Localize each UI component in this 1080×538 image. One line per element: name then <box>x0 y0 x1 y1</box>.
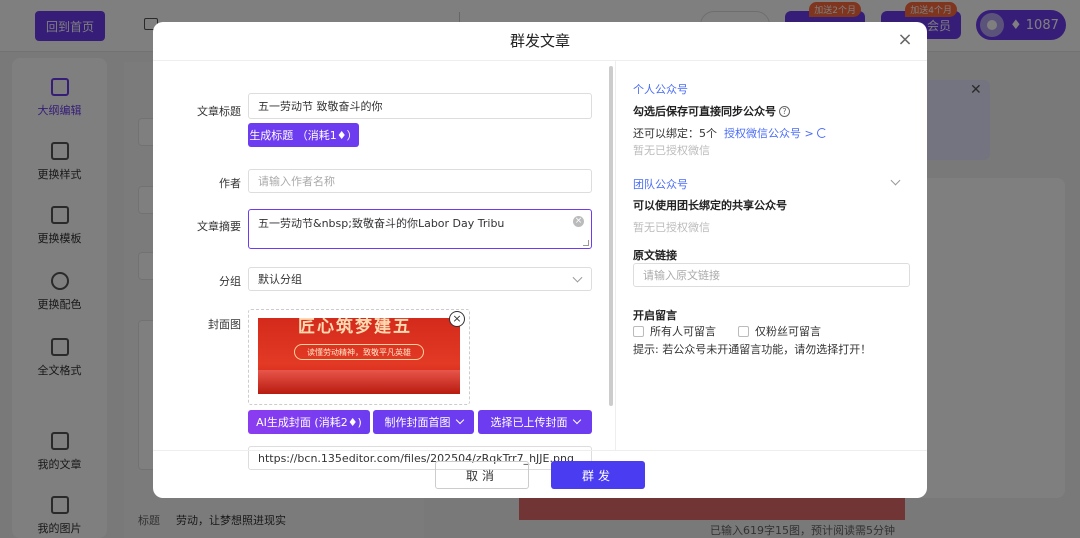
team-account-desc: 可以使用团长绑定的共享公众号 <box>633 199 787 212</box>
group-label: 分组 <box>219 275 241 288</box>
make-cover-label: 制作封面首图 <box>384 416 451 429</box>
cover-image: 匠心筑梦建五 读懂劳动精神，致敬平凡英雄 <box>258 318 460 394</box>
dialog-body: 文章标题 五一劳动节 致敬奋斗的你 生成标题 （消耗1♦） 作者 请输入作者名称… <box>153 60 927 470</box>
cancel-button[interactable]: 取消 <box>435 461 529 489</box>
send-button[interactable]: 群发 <box>551 461 645 489</box>
generate-title-button[interactable]: 生成标题 （消耗1♦） <box>248 123 359 147</box>
column-divider <box>615 60 616 450</box>
cover-preview[interactable]: 匠心筑梦建五 读懂劳动精神，致敬平凡英雄 <box>248 309 470 405</box>
choose-cover-label: 选择已上传封面 <box>490 416 568 429</box>
comment-label: 开启留言 <box>633 309 677 322</box>
resize-handle[interactable] <box>583 240 589 246</box>
title-input[interactable]: 五一劳动节 致敬奋斗的你 <box>248 93 592 119</box>
source-link-label: 原文链接 <box>633 249 677 262</box>
broadcast-dialog: 群发文章 × 文章标题 五一劳动节 致敬奋斗的你 生成标题 （消耗1♦） 作者 … <box>153 22 927 498</box>
cover-image-floor <box>258 370 460 394</box>
chevron-down-icon <box>572 272 583 283</box>
group-select[interactable]: 默认分组 <box>248 267 592 291</box>
title-label: 文章标题 <box>197 105 241 118</box>
cover-image-title: 匠心筑梦建五 <box>298 318 412 337</box>
personal-account-heading: 个人公众号 <box>633 83 688 96</box>
comment-options: 所有人可留言 仅粉丝可留言 <box>633 323 821 339</box>
comment-fans-label: 仅粉丝可留言 <box>755 325 821 338</box>
personal-account-desc: 勾选后保存可直接同步公众号? <box>633 103 790 119</box>
refresh-icon[interactable] <box>816 128 827 138</box>
summary-textarea[interactable]: 五一劳动节&nbsp;致敬奋斗的你Labor Day Tribu × <box>248 209 592 249</box>
source-link-input[interactable]: 请输入原文链接 <box>633 263 910 287</box>
author-input[interactable]: 请输入作者名称 <box>248 169 592 193</box>
summary-value: 五一劳动节&nbsp;致敬奋斗的你Labor Day Tribu <box>258 217 505 230</box>
author-label: 作者 <box>219 177 241 190</box>
help-icon[interactable]: ? <box>779 106 790 117</box>
summary-label: 文章摘要 <box>197 220 241 233</box>
source-link-placeholder: 请输入原文链接 <box>643 269 720 282</box>
title-input-value: 五一劳动节 致敬奋斗的你 <box>258 100 383 113</box>
cover-image-banner: 读懂劳动精神，致敬平凡英雄 <box>294 344 424 360</box>
clear-icon[interactable]: × <box>573 216 584 227</box>
dialog-footer: 取消 群发 <box>153 450 927 498</box>
dialog-title: 群发文章 <box>509 32 570 50</box>
comment-fans-checkbox[interactable] <box>738 325 749 337</box>
scrollbar[interactable] <box>609 66 613 406</box>
authorize-link[interactable]: 授权微信公众号 > <box>724 127 814 140</box>
team-account-heading: 团队公众号 <box>633 178 688 191</box>
team-empty-text: 暂无已授权微信 <box>633 221 710 234</box>
make-cover-button[interactable]: 制作封面首图 <box>373 410 474 434</box>
personal-empty-text: 暂无已授权微信 <box>633 144 710 157</box>
chevron-down-icon <box>572 415 581 425</box>
comment-all-label: 所有人可留言 <box>650 325 716 338</box>
close-icon[interactable]: × <box>897 31 913 49</box>
choose-cover-button[interactable]: 选择已上传封面 <box>478 410 592 434</box>
chevron-down-icon[interactable] <box>890 175 901 186</box>
author-placeholder: 请输入作者名称 <box>258 175 335 188</box>
comment-all-checkbox[interactable] <box>633 325 644 337</box>
group-select-value: 默认分组 <box>258 273 302 286</box>
remove-cover-icon[interactable]: × <box>449 311 465 327</box>
chevron-down-icon <box>455 415 464 425</box>
ai-cover-button[interactable]: AI生成封面 (消耗2♦) <box>248 410 370 434</box>
bind-row: 还可以绑定：5个 授权微信公众号 > <box>633 125 827 141</box>
cover-label: 封面图 <box>208 318 241 331</box>
comment-tip: 提示: 若公众号未开通留言功能，请勿选择打开！ <box>633 343 872 356</box>
